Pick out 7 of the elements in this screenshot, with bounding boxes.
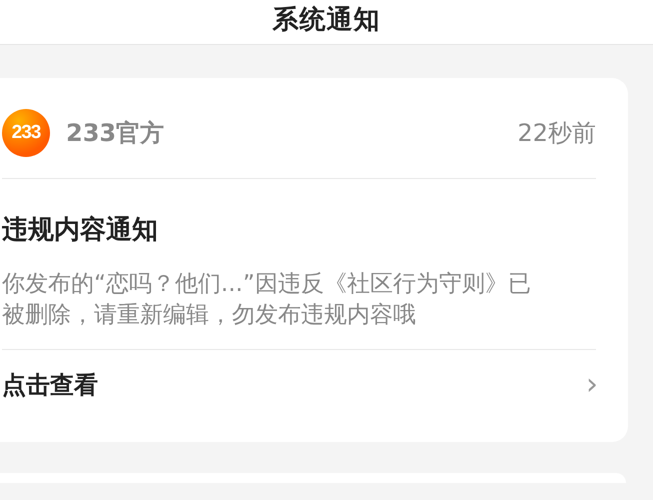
page-title: 系统通知 xyxy=(272,4,380,36)
notice-title: 违规内容通知 xyxy=(2,214,159,247)
sender-name: 233官方 xyxy=(66,118,164,149)
timestamp: 22秒前 xyxy=(517,118,596,149)
notice-body: 你发布的“恋吗？他们...”因违反《社区行为守则》已被删除，请重新编辑，勿发布违规内容哦 xyxy=(2,269,596,350)
logo: 233 xyxy=(2,109,50,157)
view-link[interactable]: 点击查看 › xyxy=(2,350,596,420)
